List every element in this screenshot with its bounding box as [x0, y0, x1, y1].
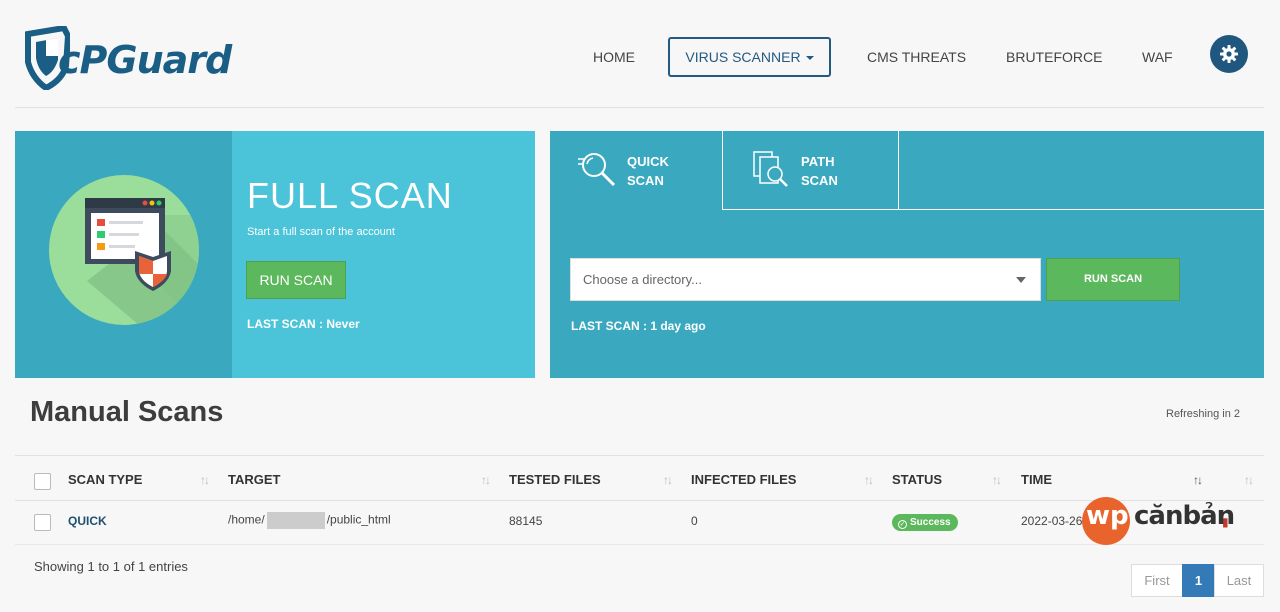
col-scan-type[interactable]: SCAN TYPE: [68, 472, 142, 487]
full-scan-title: FULL SCAN: [247, 175, 453, 216]
tab-quick-scan-label: QUICK SCAN: [627, 152, 669, 190]
redacted-username: [266, 512, 325, 529]
directory-select[interactable]: Choose a directory...: [570, 258, 1041, 301]
tab-quick-line1: QUICK: [627, 154, 669, 169]
full-scan-subtitle: Start a full scan of the account: [247, 226, 395, 238]
caret-down-icon: [805, 56, 814, 61]
tab-path-line2: SCAN: [801, 173, 838, 188]
full-scan-last-scan: LAST SCAN : Never: [247, 317, 360, 331]
cell-infected-files: 0: [691, 514, 698, 528]
check-circle-icon: ✓: [898, 520, 907, 529]
col-time[interactable]: TIME: [1021, 472, 1052, 487]
row-checkbox[interactable]: [34, 514, 51, 531]
table-bottom-border: [15, 544, 1264, 545]
nav-virus-scanner[interactable]: VIRUS SCANNER: [668, 37, 831, 77]
table-top-border: [15, 455, 1264, 456]
browser-shield-illustration-icon: [49, 175, 199, 325]
wpcanban-watermark: wp cănbản: [1082, 497, 1235, 545]
nav-bruteforce[interactable]: BRUTEFORCE: [1006, 37, 1102, 77]
tab-path-scan-label: PATH SCAN: [801, 152, 838, 190]
documents-search-icon: [753, 151, 788, 187]
sort-icon[interactable]: ↑↓: [663, 473, 673, 487]
sort-icon[interactable]: ↑↓: [992, 473, 1002, 487]
nav-virus-scanner-label: VIRUS SCANNER: [685, 49, 801, 65]
pagination-page-1[interactable]: 1: [1182, 564, 1215, 597]
quick-scan-panel: QUICK SCAN PATH SCAN Choose a directory.…: [550, 131, 1264, 378]
header-divider: [15, 107, 1264, 108]
tab-path-line1: PATH: [801, 154, 835, 169]
cell-tested-files: 88145: [509, 514, 543, 528]
sort-icon[interactable]: ↑↓: [481, 473, 491, 487]
target-suffix: /public_html: [326, 512, 391, 527]
col-status[interactable]: STATUS: [892, 472, 942, 487]
settings-button[interactable]: [1210, 35, 1248, 73]
nav-cms-threats[interactable]: CMS THREATS: [867, 37, 966, 77]
cpguard-logo[interactable]: cPGuard: [24, 24, 232, 94]
watermark-wp-text: wp: [1086, 501, 1129, 531]
nav-home[interactable]: HOME: [593, 37, 635, 77]
tab-path-scan[interactable]: PATH SCAN: [723, 131, 899, 210]
status-text: Success: [910, 517, 951, 528]
directory-select-placeholder: Choose a directory...: [583, 272, 702, 287]
col-infected-files[interactable]: INFECTED FILES: [691, 472, 796, 487]
status-badge: ✓ Success: [892, 514, 958, 531]
top-navigation-bar: cPGuard HOME VIRUS SCANNER CMS THREATS B…: [0, 0, 1280, 108]
col-target[interactable]: TARGET: [228, 472, 280, 487]
full-scan-panel: FULL SCAN Start a full scan of the accou…: [15, 131, 535, 378]
search-icon: [578, 153, 616, 187]
quick-scan-last-scan: LAST SCAN : 1 day ago: [571, 319, 706, 333]
entries-info: Showing 1 to 1 of 1 entries: [34, 559, 188, 574]
tab-quick-line2: SCAN: [627, 173, 664, 188]
cell-time: 2022-03-26: [1021, 514, 1083, 528]
sort-icon[interactable]: ↑↓: [200, 473, 210, 487]
sort-desc-icon[interactable]: ↑↓: [1193, 473, 1203, 487]
gear-icon: [1220, 45, 1238, 63]
full-scan-illustration-area: [15, 131, 232, 378]
quick-scan-run-button[interactable]: RUN SCAN: [1046, 258, 1180, 301]
sort-icon[interactable]: ↑↓: [1244, 473, 1254, 487]
nav-waf[interactable]: WAF: [1142, 37, 1173, 77]
refresh-countdown: Refreshing in 2: [1166, 408, 1240, 420]
select-all-checkbox[interactable]: [34, 473, 51, 490]
manual-scans-title: Manual Scans: [30, 396, 224, 428]
cell-target: /home/ /public_html: [228, 512, 391, 529]
cell-scan-type: QUICK: [68, 514, 107, 528]
pagination-last[interactable]: Last: [1214, 564, 1264, 597]
sort-icon[interactable]: ↑↓: [864, 473, 874, 487]
tab-quick-scan[interactable]: QUICK SCAN: [550, 131, 723, 210]
table-header-divider: [15, 500, 1264, 501]
full-scan-run-button[interactable]: RUN SCAN: [246, 261, 346, 299]
logo-text: cPGuard: [58, 38, 232, 82]
tab-bar-filler: [899, 131, 1264, 210]
col-tested-files[interactable]: TESTED FILES: [509, 472, 601, 487]
watermark-canban-text: cănbản: [1134, 501, 1235, 531]
target-prefix: /home/: [228, 512, 265, 527]
pagination-first[interactable]: First: [1131, 564, 1183, 597]
dropdown-arrow-icon: [1016, 277, 1026, 283]
